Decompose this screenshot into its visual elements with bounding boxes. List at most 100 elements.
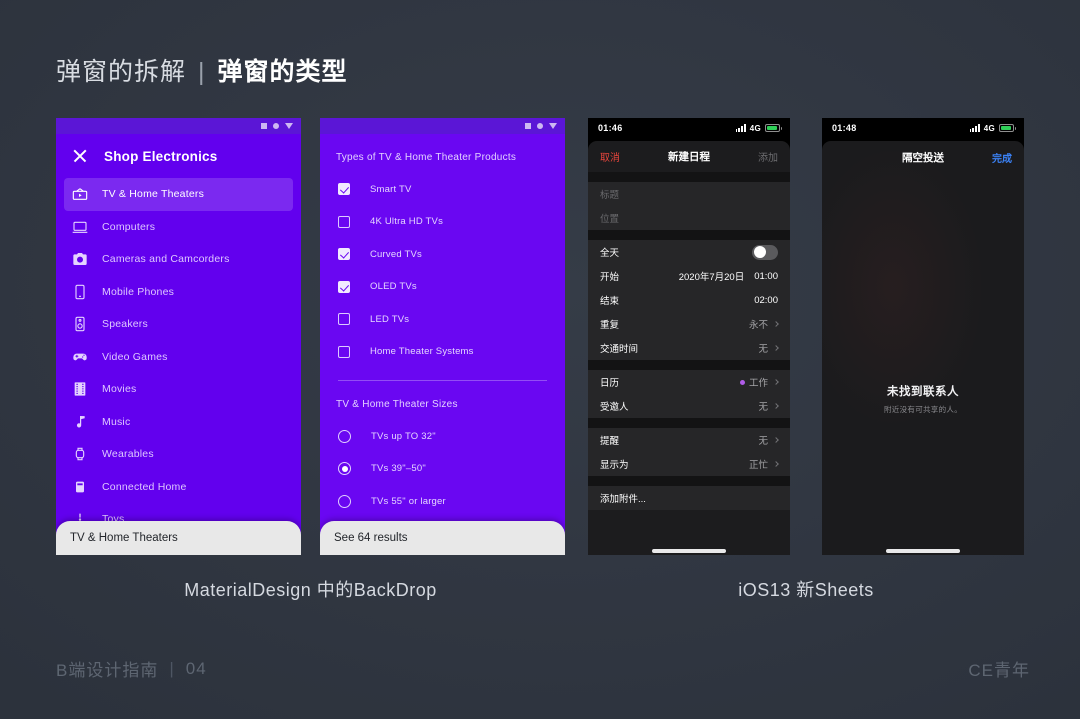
bottom-sheet-tv-home-theaters[interactable]: TV & Home Theaters xyxy=(56,521,301,555)
sidebar-item-label: Cameras and Camcorders xyxy=(102,253,230,265)
radio-label: TVs 55" or larger xyxy=(371,496,446,507)
section-gap xyxy=(588,476,790,486)
row-label: 开始 xyxy=(600,269,619,283)
empty-state-subtext: 附近没有可共享的人。 xyxy=(822,404,1024,415)
row-end[interactable]: 结束 02:00 xyxy=(588,288,790,312)
all-day-toggle[interactable] xyxy=(752,245,778,260)
sidebar-item-cameras-and-camcorders[interactable]: Cameras and Camcorders xyxy=(64,243,293,276)
airdrop-sheet: 隔空投送 完成 未找到联系人 附近没有可共享的人。 xyxy=(822,141,1024,555)
checkbox-icon[interactable] xyxy=(338,183,350,195)
music-note-icon xyxy=(72,414,88,430)
checkbox-icon[interactable] xyxy=(338,313,350,325)
title-field-placeholder: 标题 xyxy=(600,187,619,201)
row-start[interactable]: 开始 2020年7月20日 01:00 xyxy=(588,264,790,288)
cancel-button[interactable]: 取消 xyxy=(600,149,620,164)
radio-row-tvs-up-to-32[interactable]: TVs up TO 32" xyxy=(320,420,565,453)
radio-icon[interactable] xyxy=(338,430,351,443)
square-icon xyxy=(525,123,531,129)
checkbox-label: Home Theater Systems xyxy=(370,346,474,357)
checkbox-row-smart-tv[interactable]: Smart TV xyxy=(320,173,565,206)
section-title-sizes: TV & Home Theater Sizes xyxy=(320,381,565,420)
ios-status-bar: 01:46 4G xyxy=(588,118,790,138)
page-title-part-1: 弹窗的拆解 xyxy=(56,52,186,88)
sidebar-item-connected-home[interactable]: Connected Home xyxy=(64,471,293,504)
sidebar-item-video-games[interactable]: Video Games xyxy=(64,341,293,374)
show-as-value: 正忙 xyxy=(749,457,768,471)
group-datetime: 全天 开始 2020年7月20日 01:00 结束 02:00 重复 永不 xyxy=(588,240,790,360)
row-repeat[interactable]: 重复 永不 xyxy=(588,312,790,336)
bottom-sheet-label: TV & Home Theaters xyxy=(70,532,178,544)
row-label: 全天 xyxy=(600,245,619,259)
page-title-part-2: 弹窗的类型 xyxy=(218,52,348,88)
checkbox-icon[interactable] xyxy=(338,248,350,260)
checkbox-row-4k-ultra-hd-tvs[interactable]: 4K Ultra HD TVs xyxy=(320,206,565,239)
battery-icon xyxy=(999,124,1014,132)
sidebar-item-label: Movies xyxy=(102,383,136,395)
speaker-icon xyxy=(72,316,88,332)
sidebar-item-tv-home-theaters[interactable]: TV & Home Theaters xyxy=(64,178,293,211)
ios-status-bar: 01:48 4G xyxy=(822,118,1024,138)
sidebar-item-music[interactable]: Music xyxy=(64,406,293,439)
radio-label: TVs 39"–50" xyxy=(371,463,426,474)
start-time-value: 01:00 xyxy=(754,271,778,282)
footer-left: B端设计指南 | 04 xyxy=(56,656,207,681)
checkbox-row-led-tvs[interactable]: LED TVs xyxy=(320,303,565,336)
alert-value: 无 xyxy=(758,433,768,447)
checkbox-row-home-theater-systems[interactable]: Home Theater Systems xyxy=(320,336,565,369)
row-show-as[interactable]: 显示为 正忙 xyxy=(588,452,790,476)
sidebar-item-wearables[interactable]: Wearables xyxy=(64,438,293,471)
new-event-sheet: 取消 新建日程 添加 标题 位置 全天 开始 2020年7月20日 0 xyxy=(588,141,790,555)
sidebar-item-computers[interactable]: Computers xyxy=(64,211,293,244)
add-button[interactable]: 添加 xyxy=(758,149,778,164)
row-all-day[interactable]: 全天 xyxy=(588,240,790,264)
chevron-right-icon xyxy=(773,321,779,327)
sidebar-item-speakers[interactable]: Speakers xyxy=(64,308,293,341)
checkbox-row-oled-tvs[interactable]: OLED TVs xyxy=(320,271,565,304)
material-status-bar xyxy=(56,118,301,134)
triangle-down-icon xyxy=(285,123,293,129)
row-label: 交通时间 xyxy=(600,341,638,355)
battery-icon xyxy=(765,124,780,132)
checkbox-label: 4K Ultra HD TVs xyxy=(370,216,443,227)
location-field-placeholder: 位置 xyxy=(600,211,619,225)
row-travel-time[interactable]: 交通时间 无 xyxy=(588,336,790,360)
app-bar-title: Shop Electronics xyxy=(104,149,217,164)
checkbox-icon[interactable] xyxy=(338,281,350,293)
done-button[interactable]: 完成 xyxy=(992,150,1012,165)
checkbox-row-curved-tvs[interactable]: Curved TVs xyxy=(320,238,565,271)
checkbox-label: OLED TVs xyxy=(370,281,417,292)
empty-state: 未找到联系人 附近没有可共享的人。 xyxy=(822,383,1024,415)
sidebar-item-movies[interactable]: Movies xyxy=(64,373,293,406)
see-results-label: See 64 results xyxy=(334,532,408,544)
sidebar-item-label: Mobile Phones xyxy=(102,286,174,298)
chevron-right-icon xyxy=(773,461,779,467)
see-results-button[interactable]: See 64 results xyxy=(320,521,565,555)
row-calendar[interactable]: 日历 工作 xyxy=(588,370,790,394)
checkbox-icon[interactable] xyxy=(338,216,350,228)
row-invitees[interactable]: 受邀人 无 xyxy=(588,394,790,418)
sidebar-item-label: Speakers xyxy=(102,318,148,330)
app-bar: Shop Electronics xyxy=(56,134,301,176)
checkbox-icon[interactable] xyxy=(338,346,350,358)
caption-material-design: MaterialDesign 中的BackDrop xyxy=(56,576,565,602)
row-alert[interactable]: 提醒 无 xyxy=(588,428,790,452)
close-icon[interactable] xyxy=(72,148,88,164)
ios-airdrop-phone: 01:48 4G 隔空投送 完成 未找到联系人 附近没有可共享的人。 xyxy=(822,118,1024,555)
title-field[interactable]: 标题 xyxy=(588,182,790,206)
radio-icon[interactable] xyxy=(338,495,351,508)
section-title-products: Types of TV & Home Theater Products xyxy=(320,134,565,173)
ios-new-event-phone: 01:46 4G 取消 新建日程 添加 标题 位置 全天 xyxy=(588,118,790,555)
sidebar-item-mobile-phones[interactable]: Mobile Phones xyxy=(64,276,293,309)
footer-separator: | xyxy=(169,659,174,679)
row-label: 重复 xyxy=(600,317,619,331)
radio-row-tvs-55-or-larger[interactable]: TVs 55" or larger xyxy=(320,485,565,518)
signal-bars-icon xyxy=(736,124,746,132)
location-field[interactable]: 位置 xyxy=(588,206,790,230)
group-calendar-invitees: 日历 工作 受邀人 无 xyxy=(588,370,790,418)
row-add-attachment[interactable]: 添加附件... xyxy=(588,486,790,510)
radio-icon[interactable] xyxy=(338,462,351,475)
chevron-right-icon xyxy=(773,379,779,385)
radio-row-tvs-39-50[interactable]: TVs 39"–50" xyxy=(320,453,565,486)
chevron-right-icon xyxy=(773,403,779,409)
empty-state-heading: 未找到联系人 xyxy=(822,383,1024,399)
